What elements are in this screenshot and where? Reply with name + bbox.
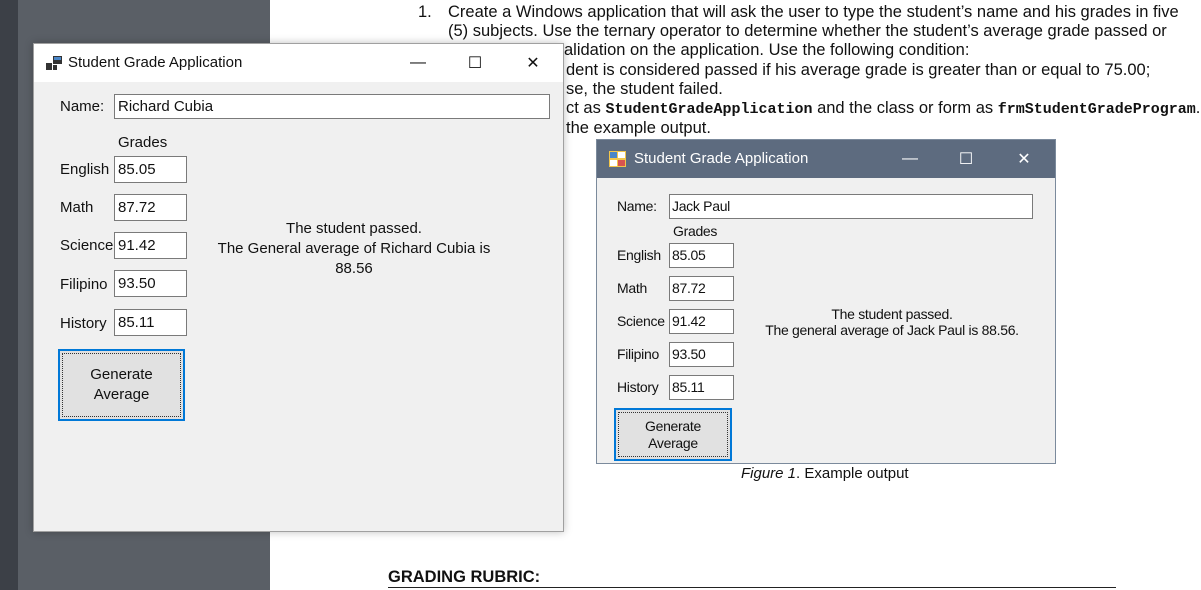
generate-line2: Average [93, 386, 150, 403]
minimize-icon[interactable]: — [395, 44, 441, 82]
figure-generate-line1: Generate [645, 417, 701, 434]
figure-math-field: 87.72 [669, 276, 734, 301]
window-titlebar[interactable]: Student Grade Application — ☐ ✕ [34, 44, 563, 82]
project-suffix: . [1195, 99, 1201, 117]
figure-science-field: 91.42 [669, 309, 734, 334]
math-label: Math [60, 199, 94, 216]
figure-history-label: History [617, 379, 659, 395]
rubric-heading: GRADING RUBRIC: [388, 568, 541, 586]
figure-name-label: Name: [617, 198, 657, 214]
math-grade-field[interactable] [114, 194, 187, 221]
generate-average-button[interactable]: Generate Average [58, 349, 185, 421]
figure-close-icon: ✕ [1017, 151, 1031, 168]
figure-minimize-icon: — [902, 150, 918, 167]
science-label: Science [60, 237, 114, 254]
grades-header: Grades [118, 134, 168, 151]
figure-caption: Figure 1. Example output [741, 465, 909, 482]
figure-name-field: Jack Paul [669, 194, 1033, 219]
figure-grades-header: Grades [673, 223, 718, 239]
figure-caption-label: Figure 1 [741, 465, 797, 482]
rubric-table-top-border [388, 587, 1116, 588]
figure-maximize-icon: ☐ [958, 151, 974, 168]
project-name: StudentGradeApplication [605, 101, 813, 118]
history-grade-field[interactable] [114, 309, 187, 336]
history-label: History [60, 315, 107, 332]
figure-caption-rest: . Example output [796, 465, 909, 482]
figure-result-line1: The student passed. [831, 306, 953, 322]
maximize-icon[interactable]: ☐ [452, 44, 498, 82]
filipino-grade-field[interactable] [114, 270, 187, 297]
instruction-line-1: Create a Windows application that will a… [448, 3, 1179, 21]
figure-example-window: Student Grade Application — ☐ ✕ Name: Ja… [596, 139, 1056, 464]
project-prefix: ct as [566, 99, 606, 117]
instruction-line-5: se, the student failed. [566, 80, 723, 98]
instruction-line-4: dent is considered passed if his average… [566, 61, 1151, 79]
form-name: frmStudentGradeProgram [997, 101, 1196, 118]
student-grade-window[interactable]: Student Grade Application — ☐ ✕ Name: Gr… [33, 43, 564, 532]
viewer-side-strip [0, 0, 18, 590]
instruction-line-7: the example output. [566, 119, 711, 137]
name-label: Name: [60, 98, 105, 115]
figure-science-label: Science [617, 313, 665, 329]
form-app-icon [46, 56, 62, 70]
figure-history-field: 85.11 [669, 375, 734, 400]
figure-window-title: Student Grade Application [634, 150, 809, 167]
figure-titlebar: Student Grade Application — ☐ ✕ [597, 140, 1055, 178]
filipino-label: Filipino [60, 276, 108, 293]
generate-line1: Generate [90, 366, 153, 383]
figure-filipino-field: 93.50 [669, 342, 734, 367]
figure-filipino-label: Filipino [617, 346, 659, 362]
figure-english-field: 85.05 [669, 243, 734, 268]
close-icon[interactable]: ✕ [510, 44, 556, 82]
figure-generate-average-button: Generate Average [614, 408, 732, 461]
figure-result-text: The student passed. The general average … [757, 306, 1027, 338]
figure-english-label: English [617, 247, 661, 263]
instruction-line-3: alidation on the application. Use the fo… [564, 41, 970, 59]
science-grade-field[interactable] [114, 232, 187, 259]
list-number: 1. [418, 3, 432, 21]
project-middle: and the class or form as [812, 99, 998, 117]
figure-result-line2: The general average of Jack Paul is 88.5… [765, 322, 1019, 338]
window-title: Student Grade Application [68, 54, 243, 71]
result-text: The student passed. The General average … [204, 219, 504, 279]
english-grade-field[interactable] [114, 156, 187, 183]
instruction-line-2: (5) subjects. Use the ternary operator t… [448, 22, 1167, 40]
instruction-line-6: ct as StudentGradeApplication and the cl… [566, 99, 1200, 119]
figure-math-label: Math [617, 280, 647, 296]
form-app-icon [609, 151, 626, 167]
figure-generate-line2: Average [648, 434, 698, 451]
result-line2: The General average of Richard Cubia is … [217, 240, 491, 277]
name-field[interactable] [114, 94, 550, 119]
result-line1: The student passed. [286, 220, 422, 237]
english-label: English [60, 161, 110, 178]
